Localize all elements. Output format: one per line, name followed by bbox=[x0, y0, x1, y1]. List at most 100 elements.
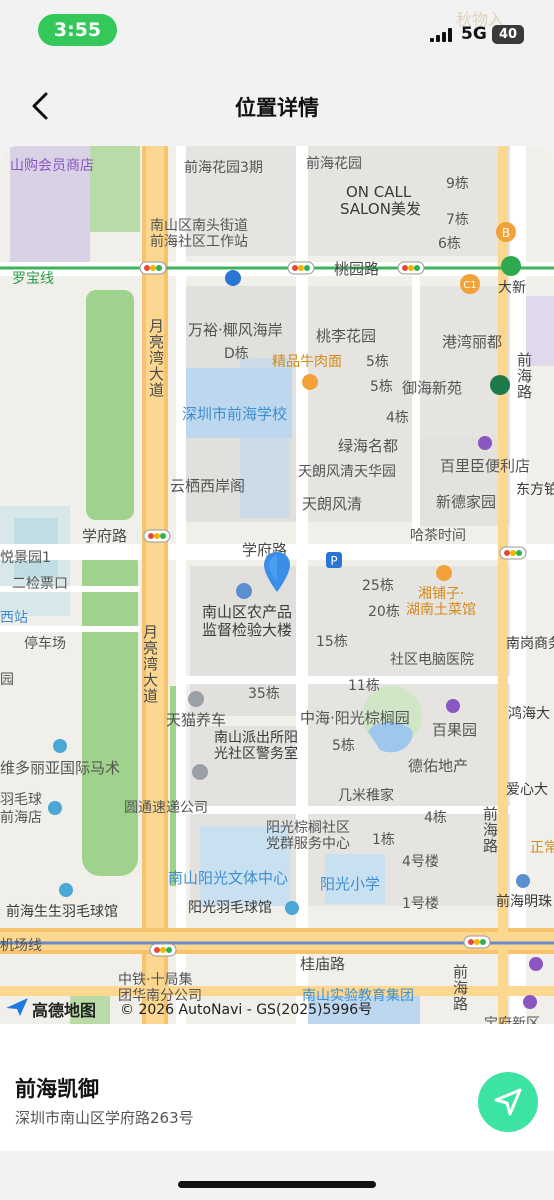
map-label: 党群服务中心 bbox=[266, 836, 350, 852]
map-road-label: 前海路 bbox=[481, 806, 499, 854]
map-label: 新德家园 bbox=[436, 493, 497, 511]
sports-icon-2 bbox=[48, 801, 62, 815]
navigate-button[interactable] bbox=[478, 1072, 538, 1132]
map-label: 天朗风清天华园 bbox=[298, 464, 396, 480]
map-label: 二检票口 bbox=[12, 576, 68, 592]
map-label: 25栋 bbox=[362, 578, 394, 594]
home-indicator bbox=[178, 1181, 376, 1188]
map-label: 前海花园3期 bbox=[184, 160, 263, 176]
map-label: 监督检验大楼 bbox=[202, 621, 293, 639]
map-label: 桃李花园 bbox=[316, 327, 377, 345]
metro-icon bbox=[501, 256, 521, 276]
status-bar: 3:55 秋物入 5G 40 bbox=[0, 0, 554, 62]
police-icon bbox=[192, 764, 208, 780]
map-label: 维多丽亚国际马术 bbox=[0, 759, 121, 777]
map-label: 南山区南头街道 bbox=[150, 218, 248, 234]
map-label: 前海花园 bbox=[306, 156, 362, 172]
map-label: 停车场 bbox=[24, 636, 66, 652]
map-label: 桂庙路 bbox=[300, 955, 346, 973]
map-label: 5栋 bbox=[332, 738, 355, 754]
map-label: 百果园 bbox=[432, 721, 478, 739]
map-road-label: 月亮湾大道 bbox=[141, 624, 159, 704]
map-label: ON CALL bbox=[346, 183, 412, 201]
sports-icon-4 bbox=[285, 901, 299, 915]
map-label: 20栋 bbox=[368, 604, 400, 620]
navigate-arrow-icon bbox=[494, 1088, 522, 1116]
map-label: 德佑地产 bbox=[408, 757, 469, 775]
map-label: 深圳市前海学校 bbox=[182, 405, 288, 423]
map-brand: 高德地图 bbox=[32, 1001, 97, 1020]
place-info-panel: 前海凯御 深圳市南山区学府路263号 bbox=[0, 1024, 554, 1151]
map-label: 宝府新区 bbox=[484, 1016, 540, 1024]
shopping-icon bbox=[478, 436, 492, 450]
map-label: 罗宝线 bbox=[12, 271, 54, 287]
map-label: SALON美发 bbox=[340, 200, 421, 218]
shop-icon bbox=[446, 699, 460, 713]
map-label: 4号楼 bbox=[402, 854, 439, 870]
map-road-label: 前海路 bbox=[451, 964, 469, 1012]
map-label: 9栋 bbox=[446, 176, 469, 192]
map-label: 精品牛肉面 bbox=[272, 354, 342, 370]
map-label: 哈茶时间 bbox=[410, 528, 466, 544]
map-label: 湘铺子· bbox=[418, 586, 465, 602]
map-label: 羽毛球 bbox=[0, 792, 42, 808]
map-label: 南山区农产品 bbox=[202, 603, 293, 621]
svg-text:C1: C1 bbox=[463, 280, 476, 291]
building-icon bbox=[236, 583, 252, 599]
map-view[interactable]: B C1 P 山购会员商店 前海花园3期 前海花园 ON CALL SALON美… bbox=[0, 146, 554, 1024]
sports-icon bbox=[53, 739, 67, 753]
map-label: 南山阳光文体中心 bbox=[168, 869, 289, 887]
map-label: 阳光羽毛球馆 bbox=[188, 900, 272, 916]
amap-logo-icon bbox=[6, 998, 28, 1016]
map-label: 御海新苑 bbox=[402, 379, 463, 397]
map-label: 前海店 bbox=[0, 810, 42, 826]
page-title: 位置详情 bbox=[235, 96, 319, 120]
map-label: 6栋 bbox=[438, 236, 461, 252]
map-label: 前海社区工作站 bbox=[150, 234, 248, 250]
map-label: D栋 bbox=[224, 346, 249, 362]
restaurant-icon-2 bbox=[436, 565, 452, 581]
map-copyright: © 2026 AutoNavi - GS(2025)5996号 bbox=[120, 1002, 373, 1018]
starbucks-icon bbox=[490, 375, 510, 395]
map-label: 中铁·十局集 bbox=[118, 972, 193, 988]
map-label: 园 bbox=[0, 672, 14, 688]
svg-text:B: B bbox=[502, 226, 510, 240]
network-type: 5G bbox=[461, 24, 487, 44]
map-label: 东方铂 bbox=[516, 482, 554, 498]
map-road-label: 月亮湾大道 bbox=[147, 318, 165, 398]
map-label: 湖南土菜馆 bbox=[406, 602, 476, 618]
map-label: 万裕·椰风海岸 bbox=[188, 321, 283, 339]
battery-icon: 40 bbox=[492, 25, 524, 44]
map-label: 11栋 bbox=[348, 678, 380, 694]
map-label: 1栋 bbox=[372, 832, 395, 848]
svg-text:P: P bbox=[330, 554, 337, 568]
map-label: 几米稚家 bbox=[338, 788, 394, 804]
shop-icon-3 bbox=[523, 995, 537, 1009]
map-label: 阳光棕榈社区 bbox=[266, 820, 350, 836]
map-label: 大新 bbox=[498, 280, 526, 296]
bus-stop-icon bbox=[225, 270, 241, 286]
map-label: 南岗商务 bbox=[506, 636, 554, 652]
nav-bar: 位置详情 bbox=[0, 76, 554, 136]
map-label: 百里臣便利店 bbox=[440, 457, 531, 475]
map-label: 悦景园1 bbox=[0, 550, 51, 566]
map-label: 4栋 bbox=[386, 410, 409, 426]
place-address: 深圳市南山区学府路263号 bbox=[15, 1109, 194, 1127]
map-label: 光社区警务室 bbox=[214, 746, 298, 762]
map-label: 桃园路 bbox=[334, 260, 380, 278]
map-label: 中海·阳光棕榈园 bbox=[300, 709, 410, 727]
map-label: 15栋 bbox=[316, 634, 348, 650]
car-service-icon bbox=[188, 691, 204, 707]
map-label: 社区电脑医院 bbox=[390, 652, 474, 668]
location-pin-icon bbox=[264, 552, 290, 592]
sports-icon-3 bbox=[59, 883, 73, 897]
place-name: 前海凯御 bbox=[15, 1077, 99, 1101]
map-label: 天朗风清 bbox=[302, 495, 363, 513]
map-label: 学府路 bbox=[82, 527, 128, 545]
map-label: 山购会员商店 bbox=[10, 158, 94, 174]
map-label: 阳光小学 bbox=[320, 875, 381, 893]
map-label: 正常 bbox=[530, 840, 554, 856]
back-arrow-icon[interactable] bbox=[26, 90, 56, 122]
map-label: 1号楼 bbox=[402, 896, 439, 912]
map-label: 鸿海大 bbox=[508, 706, 550, 722]
